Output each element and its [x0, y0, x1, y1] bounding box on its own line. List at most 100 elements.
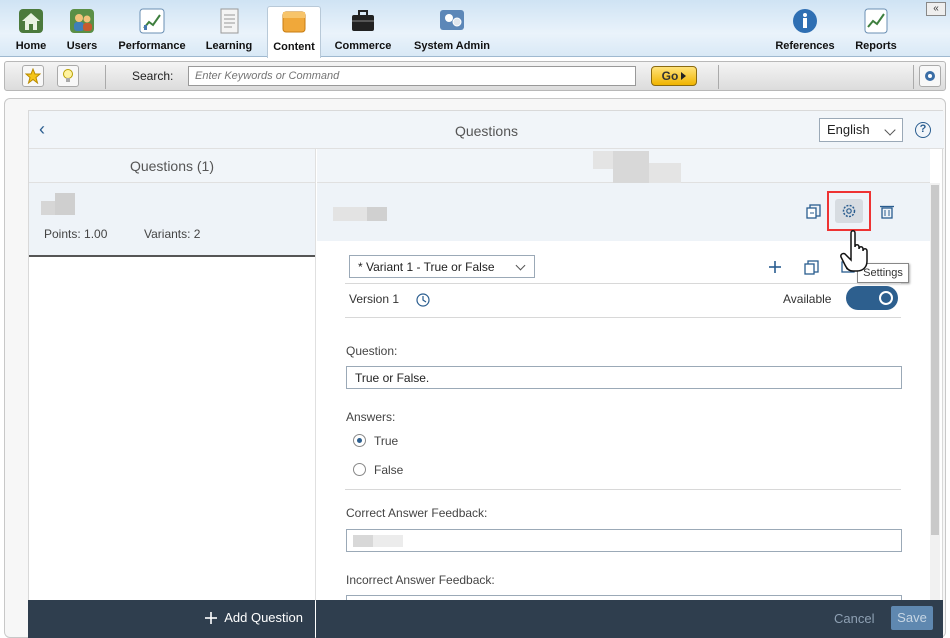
divider [345, 317, 901, 318]
history-icon [416, 293, 430, 307]
add-variant-button[interactable] [765, 257, 785, 277]
question-points: Points: 1.00 [44, 227, 108, 241]
nav-performance[interactable]: Performance [114, 6, 190, 56]
chevron-down-icon [515, 260, 526, 271]
available-toggle[interactable] [846, 286, 898, 310]
version-history-button[interactable] [413, 290, 433, 310]
redacted-text [41, 201, 55, 215]
panel-header: ‹ Questions English ? [29, 111, 944, 149]
delete-question-button[interactable] [877, 201, 897, 221]
trash-icon [880, 205, 894, 219]
nav-commerce-label: Commerce [334, 40, 392, 52]
correct-feedback-field[interactable] [346, 529, 902, 552]
question-list-item[interactable]: Points: 1.00 Variants: 2 [29, 183, 315, 257]
questions-list-header: Questions (1) [29, 149, 315, 183]
list-footer: Add Question [28, 600, 315, 638]
toggle-knob [879, 291, 893, 305]
nav-learning-label: Learning [205, 40, 253, 52]
redacted-text [333, 207, 367, 221]
question-field[interactable]: True or False. [346, 366, 902, 389]
gear-icon [925, 71, 935, 81]
questions-panel: ‹ Questions English ? Questions (1) Poin… [28, 110, 944, 638]
search-toolbar: Search: Go [4, 61, 946, 91]
question-editor-pane: * Variant 1 - True or False Settings Ver… [317, 149, 940, 604]
question-label: Question: [346, 344, 398, 358]
editor-footer: Cancel Save [316, 600, 943, 638]
redacted-text [367, 207, 387, 221]
answer-false-label: False [374, 463, 404, 477]
nav-commerce[interactable]: Commerce [332, 6, 394, 56]
question-variants: Variants: 2 [144, 227, 201, 241]
commerce-icon [348, 6, 378, 36]
nav-users[interactable]: Users [62, 6, 102, 56]
collapse-nav-button[interactable]: « [926, 2, 946, 16]
favorites-button[interactable] [22, 65, 44, 87]
reports-icon [861, 6, 891, 36]
divider [345, 283, 901, 284]
chevron-down-icon [884, 124, 896, 136]
redacted-text [613, 151, 649, 183]
copy-question-button[interactable] [804, 201, 824, 221]
nav-home-label: Home [15, 40, 47, 52]
collapse-icon: « [933, 3, 939, 14]
nav-home[interactable]: Home [10, 6, 52, 56]
add-question-button[interactable]: Add Question [204, 610, 303, 625]
nav-performance-label: Performance [118, 40, 186, 52]
copy-variant-button[interactable] [802, 257, 822, 277]
lightbulb-icon [63, 69, 73, 82]
preferences-button[interactable] [919, 65, 941, 87]
copy-icon [806, 204, 821, 219]
add-question-label: Add Question [224, 610, 303, 625]
system-admin-icon [437, 6, 467, 36]
redacted-text [593, 151, 613, 169]
nav-content-label: Content [273, 41, 315, 53]
learning-icon [214, 6, 244, 36]
search-label: Search: [132, 69, 174, 83]
redacted-text [373, 535, 403, 547]
answer-true-radio[interactable] [353, 434, 366, 447]
home-icon [16, 6, 46, 36]
go-button-label: Go [661, 69, 679, 83]
toolbar-divider [718, 65, 719, 89]
scrollbar-thumb[interactable] [931, 185, 939, 535]
editor-header [317, 149, 930, 183]
copy-icon [804, 260, 819, 275]
users-icon [67, 6, 97, 36]
divider [345, 489, 901, 490]
page-title: Questions [454, 123, 519, 139]
save-button[interactable]: Save [891, 606, 933, 630]
info-icon [790, 6, 820, 36]
nav-reports[interactable]: Reports [852, 6, 900, 56]
answer-false-radio[interactable] [353, 463, 366, 476]
nav-system-admin-label: System Admin [413, 40, 490, 52]
redacted-text [649, 163, 681, 183]
answer-true-label: True [374, 434, 399, 448]
settings-button[interactable] [827, 191, 871, 231]
performance-icon [137, 6, 167, 36]
help-icon[interactable]: ? [915, 122, 931, 138]
content-icon [279, 7, 309, 37]
editor-scrollbar[interactable] [930, 183, 940, 601]
search-input[interactable] [188, 66, 636, 86]
variant-select[interactable]: * Variant 1 - True or False [349, 255, 535, 278]
nav-learning[interactable]: Learning [200, 6, 258, 56]
cancel-button[interactable]: Cancel [834, 611, 874, 626]
gear-icon [842, 204, 856, 218]
nav-content[interactable]: Content [267, 6, 321, 58]
tips-button[interactable] [57, 65, 79, 87]
go-button[interactable]: Go [651, 66, 697, 86]
questions-list-pane: Questions (1) Points: 1.00 Variants: 2 [29, 149, 316, 601]
nav-system-admin[interactable]: System Admin [410, 6, 494, 56]
nav-references[interactable]: References [772, 6, 838, 56]
language-select[interactable]: English [819, 118, 903, 142]
play-arrow-icon [681, 72, 687, 80]
redacted-text [55, 193, 75, 215]
hand-cursor-icon [840, 230, 868, 272]
plus-icon [205, 611, 218, 624]
star-icon [25, 68, 41, 84]
variant-select-value: * Variant 1 - True or False [358, 260, 495, 274]
correct-feedback-label: Correct Answer Feedback: [346, 506, 488, 520]
nav-users-label: Users [66, 40, 98, 52]
incorrect-feedback-label: Incorrect Answer Feedback: [346, 573, 495, 587]
toolbar-divider [913, 65, 914, 89]
